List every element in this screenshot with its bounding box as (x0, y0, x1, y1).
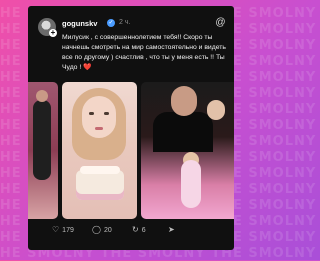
girl-eye (104, 112, 109, 115)
singer-figure (181, 160, 201, 208)
photo-3[interactable] (141, 82, 234, 219)
cake-top (80, 166, 120, 174)
child-head (207, 100, 225, 120)
post-card: + gogunskv ✓ 2 ч. @ Милусик , с совершен… (28, 6, 234, 250)
photo-carousel[interactable] (28, 82, 234, 219)
heart-icon: ♡ (52, 225, 60, 234)
repost-icon: ↻ (132, 225, 139, 234)
share-button[interactable]: ➤ (168, 226, 175, 234)
cake (76, 170, 124, 200)
girl-eye (89, 112, 94, 115)
like-button[interactable]: ♡ 179 (52, 226, 74, 234)
screen: { "post": { "username": "gogunskv", "tim… (0, 0, 320, 261)
comment-button[interactable]: ◯ 20 (92, 226, 112, 234)
girl-lips (95, 127, 103, 130)
comment-icon: ◯ (92, 225, 101, 234)
share-icon: ➤ (168, 225, 175, 234)
photo-1[interactable] (28, 82, 58, 219)
comments-count: 20 (103, 226, 112, 234)
repost-button[interactable]: ↻ 6 (132, 226, 146, 234)
girl-face (82, 96, 116, 138)
threads-logo-icon: @ (215, 17, 226, 28)
reposts-count: 6 (141, 226, 146, 234)
man-figure (153, 112, 213, 152)
likes-count: 179 (62, 226, 74, 234)
skater-head (36, 90, 48, 102)
man-head (171, 86, 197, 116)
post-actions: ♡ 179 ◯ 20 ↻ 6 ➤ (52, 226, 224, 238)
post-time: 2 ч. (119, 19, 131, 26)
skater-figure (33, 100, 51, 180)
username[interactable]: gogunskv (62, 19, 97, 28)
follow-plus-icon[interactable]: + (49, 29, 57, 37)
post-text: Милусик , с совершеннолетием тебя!! Скор… (62, 34, 226, 71)
photo-2[interactable] (62, 82, 137, 219)
verified-icon: ✓ (107, 19, 115, 27)
